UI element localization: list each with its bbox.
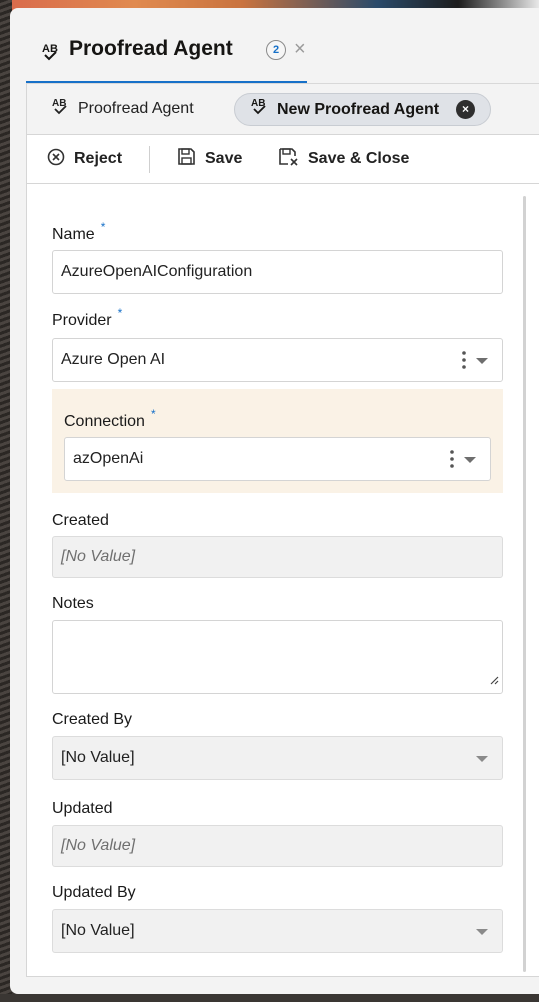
save-close-button[interactable]: Save & Close (278, 135, 409, 183)
chevron-down-icon (476, 929, 488, 935)
scrollbar[interactable] (523, 196, 526, 972)
connection-select[interactable]: azOpenAi (64, 437, 491, 481)
more-options-icon[interactable] (450, 449, 454, 474)
reject-icon (47, 148, 65, 171)
notes-textarea[interactable] (52, 620, 503, 694)
save-icon (177, 147, 196, 171)
chevron-down-icon[interactable] (476, 358, 488, 364)
background-bottom (0, 994, 539, 1002)
created-field: [No Value] (52, 536, 503, 578)
save-label: Save (205, 150, 243, 167)
name-label: Name * (52, 220, 106, 243)
drawer-panel: AB Proofread Agent 2 × AB Proofread Agen… (10, 8, 539, 994)
name-input[interactable]: AzureOpenAIConfiguration (52, 250, 503, 294)
subtab-new-proofread-agent[interactable]: AB New Proofread Agent × (234, 93, 491, 126)
created-by-select: [No Value] (52, 736, 503, 780)
updated-label: Updated (52, 800, 113, 817)
updated-field: [No Value] (52, 825, 503, 867)
main-tab[interactable]: AB Proofread Agent 2 × (26, 8, 307, 84)
close-tab-icon[interactable]: × (294, 38, 306, 61)
subtab-label: Proofread Agent (78, 100, 194, 117)
more-options-icon[interactable] (462, 350, 466, 375)
created-by-label: Created By (52, 711, 133, 728)
form-body: Name * AzureOpenAIConfiguration Provider *… (26, 184, 539, 977)
count-badge: 2 (266, 40, 286, 60)
proofread-icon: AB (52, 97, 72, 122)
connection-value: azOpenAi (73, 450, 144, 467)
notes-label: Notes (52, 595, 94, 612)
save-close-label: Save & Close (308, 150, 410, 167)
page-title: Proofread Agent (69, 37, 233, 60)
updated-by-label: Updated By (52, 884, 136, 901)
proofread-icon: AB (251, 97, 271, 122)
provider-value: Azure Open AI (61, 351, 166, 368)
created-by-value: [No Value] (61, 749, 135, 766)
connection-label: Connection * (64, 407, 156, 430)
save-button[interactable]: Save (177, 135, 242, 183)
name-value: AzureOpenAIConfiguration (61, 263, 253, 280)
reject-button[interactable]: Reject (47, 135, 122, 183)
created-label: Created (52, 512, 109, 529)
required-marker: * (150, 407, 156, 421)
subtab-proofread-agent[interactable]: AB Proofread Agent (52, 94, 194, 124)
updated-value: [No Value] (61, 837, 136, 854)
created-value: [No Value] (61, 548, 136, 565)
updated-by-select: [No Value] (52, 909, 503, 953)
save-close-icon (278, 147, 299, 172)
required-marker: * (117, 306, 123, 320)
connection-group: Connection * azOpenAi (52, 389, 503, 493)
reject-label: Reject (74, 150, 123, 167)
updated-by-value: [No Value] (61, 922, 135, 939)
chevron-down-icon (476, 756, 488, 762)
subtab-label: New Proofread Agent (277, 100, 440, 118)
subtab-bar: AB Proofread Agent AB New Proofread Agen… (26, 84, 539, 134)
provider-select[interactable]: Azure Open AI (52, 338, 503, 382)
proofread-icon: AB (42, 42, 64, 67)
toolbar: Reject Save Save & Close (26, 134, 539, 184)
provider-label: Provider * (52, 306, 123, 329)
close-subtab-icon[interactable]: × (456, 100, 475, 119)
resize-handle-icon[interactable] (489, 672, 499, 690)
toolbar-separator (149, 146, 150, 173)
chevron-down-icon[interactable] (464, 457, 476, 463)
required-marker: * (100, 220, 106, 234)
